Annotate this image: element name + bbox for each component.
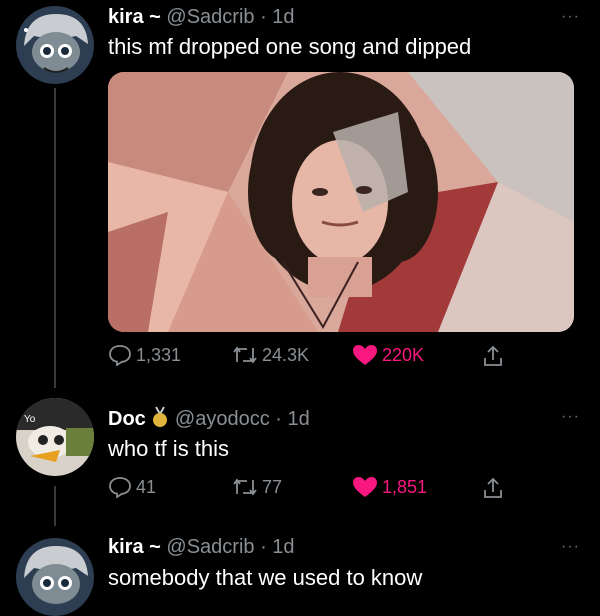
more-options-icon[interactable]: ··· [561,538,580,556]
reply-button[interactable]: 1,331 [108,344,181,366]
retweet-icon [233,478,257,496]
avatar[interactable]: Yo [16,398,94,476]
display-name[interactable]: kira [108,536,144,558]
retweet-button[interactable]: 77 [232,476,282,498]
tweet-image[interactable] [108,72,574,332]
retweet-button[interactable]: 24.3K [232,344,309,366]
like-count: 220K [382,344,425,365]
tweet-text: somebody that we used to know [108,565,423,590]
svg-text:Yo: Yo [24,414,36,425]
handle[interactable]: @ayodocc [175,408,270,430]
tweet-actions: 41 77 1,851 [108,476,578,506]
handle[interactable]: @Sadcrib [166,6,254,28]
heart-filled-icon [353,345,377,365]
name-suffix: ~ [149,6,161,28]
reply-count: 41 [136,476,157,497]
reply-count: 1,331 [136,344,182,365]
tweet-actions: 1,331 24.3K 220K [108,344,578,374]
like-count: 1,851 [382,476,428,497]
thread-line [54,88,56,388]
display-name[interactable]: Doc [108,408,146,430]
share-icon [484,345,502,366]
medal-icon [151,406,169,434]
share-button[interactable] [482,476,504,500]
heart-filled-icon [353,477,377,497]
thread-line [54,486,56,526]
share-button[interactable] [482,344,504,368]
display-name[interactable]: kira [108,6,144,28]
avatar[interactable] [16,6,94,84]
reply-icon [109,345,131,366]
tweet-text: this mf dropped one song and dipped [108,34,472,59]
like-button[interactable]: 220K [352,344,424,366]
retweet-count: 24.3K [262,344,310,365]
avatar[interactable] [16,538,94,616]
reply-button[interactable]: 41 [108,476,156,498]
timestamp[interactable]: · 1d [260,6,294,28]
timestamp[interactable]: · 1d [260,536,294,558]
name-suffix: ~ [149,536,161,558]
like-button[interactable]: 1,851 [352,476,427,498]
reply-icon [109,477,131,498]
retweet-icon [233,346,257,364]
tweet-text: who tf is this [108,436,230,461]
retweet-count: 77 [262,476,283,497]
more-options-icon[interactable]: ··· [561,408,580,426]
handle[interactable]: @Sadcrib [166,536,254,558]
timestamp[interactable]: · 1d [275,408,309,430]
more-options-icon[interactable]: ··· [561,8,580,26]
share-icon [484,477,502,498]
tweet-header: kira ~ @Sadcrib · 1d [108,536,295,559]
tweet-header: kira ~ @Sadcrib · 1d [108,6,295,29]
tweet-header: Doc @ayodocc · 1d [108,406,310,434]
